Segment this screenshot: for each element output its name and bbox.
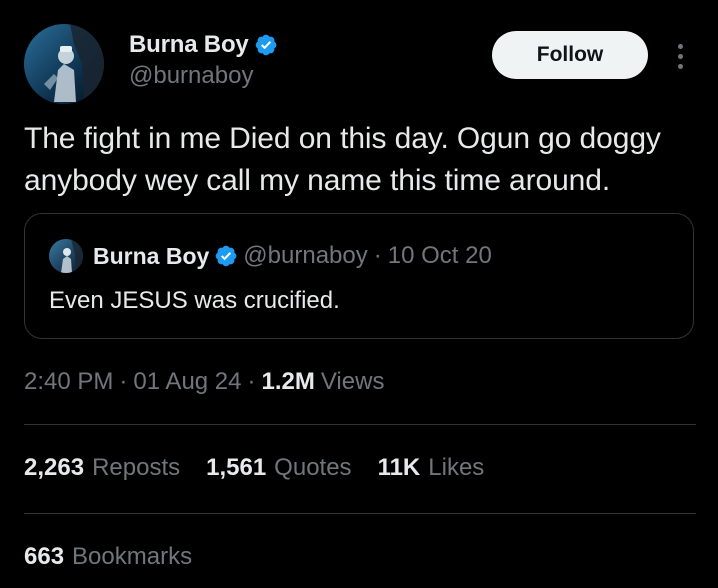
quoted-author-display-name: Burna Boy (93, 242, 210, 269)
quoted-separator: · (373, 242, 382, 269)
follow-button[interactable]: Follow (492, 31, 648, 79)
quoted-tweet-card[interactable]: Burna Boy @burnaboy · 10 Oct 20 Even JES… (24, 213, 694, 339)
quotes-label: Quotes (274, 454, 352, 481)
tweet-time[interactable]: 2:40 PM (24, 368, 113, 396)
likes-count: 11K (377, 454, 421, 481)
quoted-author-avatar (49, 239, 83, 273)
engagement-stats: 2,263 Reposts 1,561 Quotes 11K Likes (24, 454, 510, 482)
author-display-name[interactable]: Burna Boy (129, 31, 249, 59)
tweet-detail: Burna Boy @burnaboy Follow The fight in … (0, 0, 718, 588)
author-info: Burna Boy @burnaboy (129, 30, 277, 90)
bookmarks-label: Bookmarks (72, 543, 193, 570)
divider (24, 424, 696, 425)
quotes-stat[interactable]: 1,561 Quotes (206, 454, 351, 482)
quoted-author-handle: @burnaboy (243, 242, 368, 269)
more-vertical-icon[interactable] (668, 40, 692, 72)
bookmarks-count: 663 (24, 543, 65, 570)
tweet-text: The fight in me Died on this day. Ogun g… (24, 122, 661, 197)
divider (24, 513, 696, 514)
quoted-verified-badge-icon (215, 245, 237, 267)
reposts-count: 2,263 (24, 454, 85, 481)
avatar-photo (24, 24, 104, 104)
more-dot (677, 43, 683, 49)
more-dot (677, 63, 683, 69)
likes-stat[interactable]: 11K Likes (378, 454, 485, 482)
meta-separator: · (119, 368, 128, 395)
quoted-tweet-header: Burna Boy @burnaboy · 10 Oct 20 (49, 239, 492, 273)
reposts-label: Reposts (92, 454, 181, 481)
quoted-date: 10 Oct 20 (387, 242, 492, 269)
reposts-stat[interactable]: 2,263 Reposts (24, 454, 180, 482)
views-count: 1.2M (261, 368, 315, 395)
author-name-row: Burna Boy (129, 30, 277, 60)
more-dot (677, 53, 683, 59)
likes-label: Likes (428, 454, 485, 481)
meta-separator: · (247, 368, 256, 395)
quoted-tweet-text: Even JESUS was crucified. (49, 287, 340, 314)
quotes-count: 1,561 (206, 454, 267, 481)
tweet-meta: 2:40 PM · 01 Aug 24 · 1.2M Views (24, 368, 384, 396)
author-handle[interactable]: @burnaboy (129, 62, 277, 90)
author-avatar[interactable] (24, 24, 104, 104)
views-label: Views (320, 368, 385, 395)
tweet-date[interactable]: 01 Aug 24 (133, 368, 241, 396)
bookmarks-stat[interactable]: 663 Bookmarks (24, 543, 192, 571)
verified-badge-icon (255, 34, 277, 56)
